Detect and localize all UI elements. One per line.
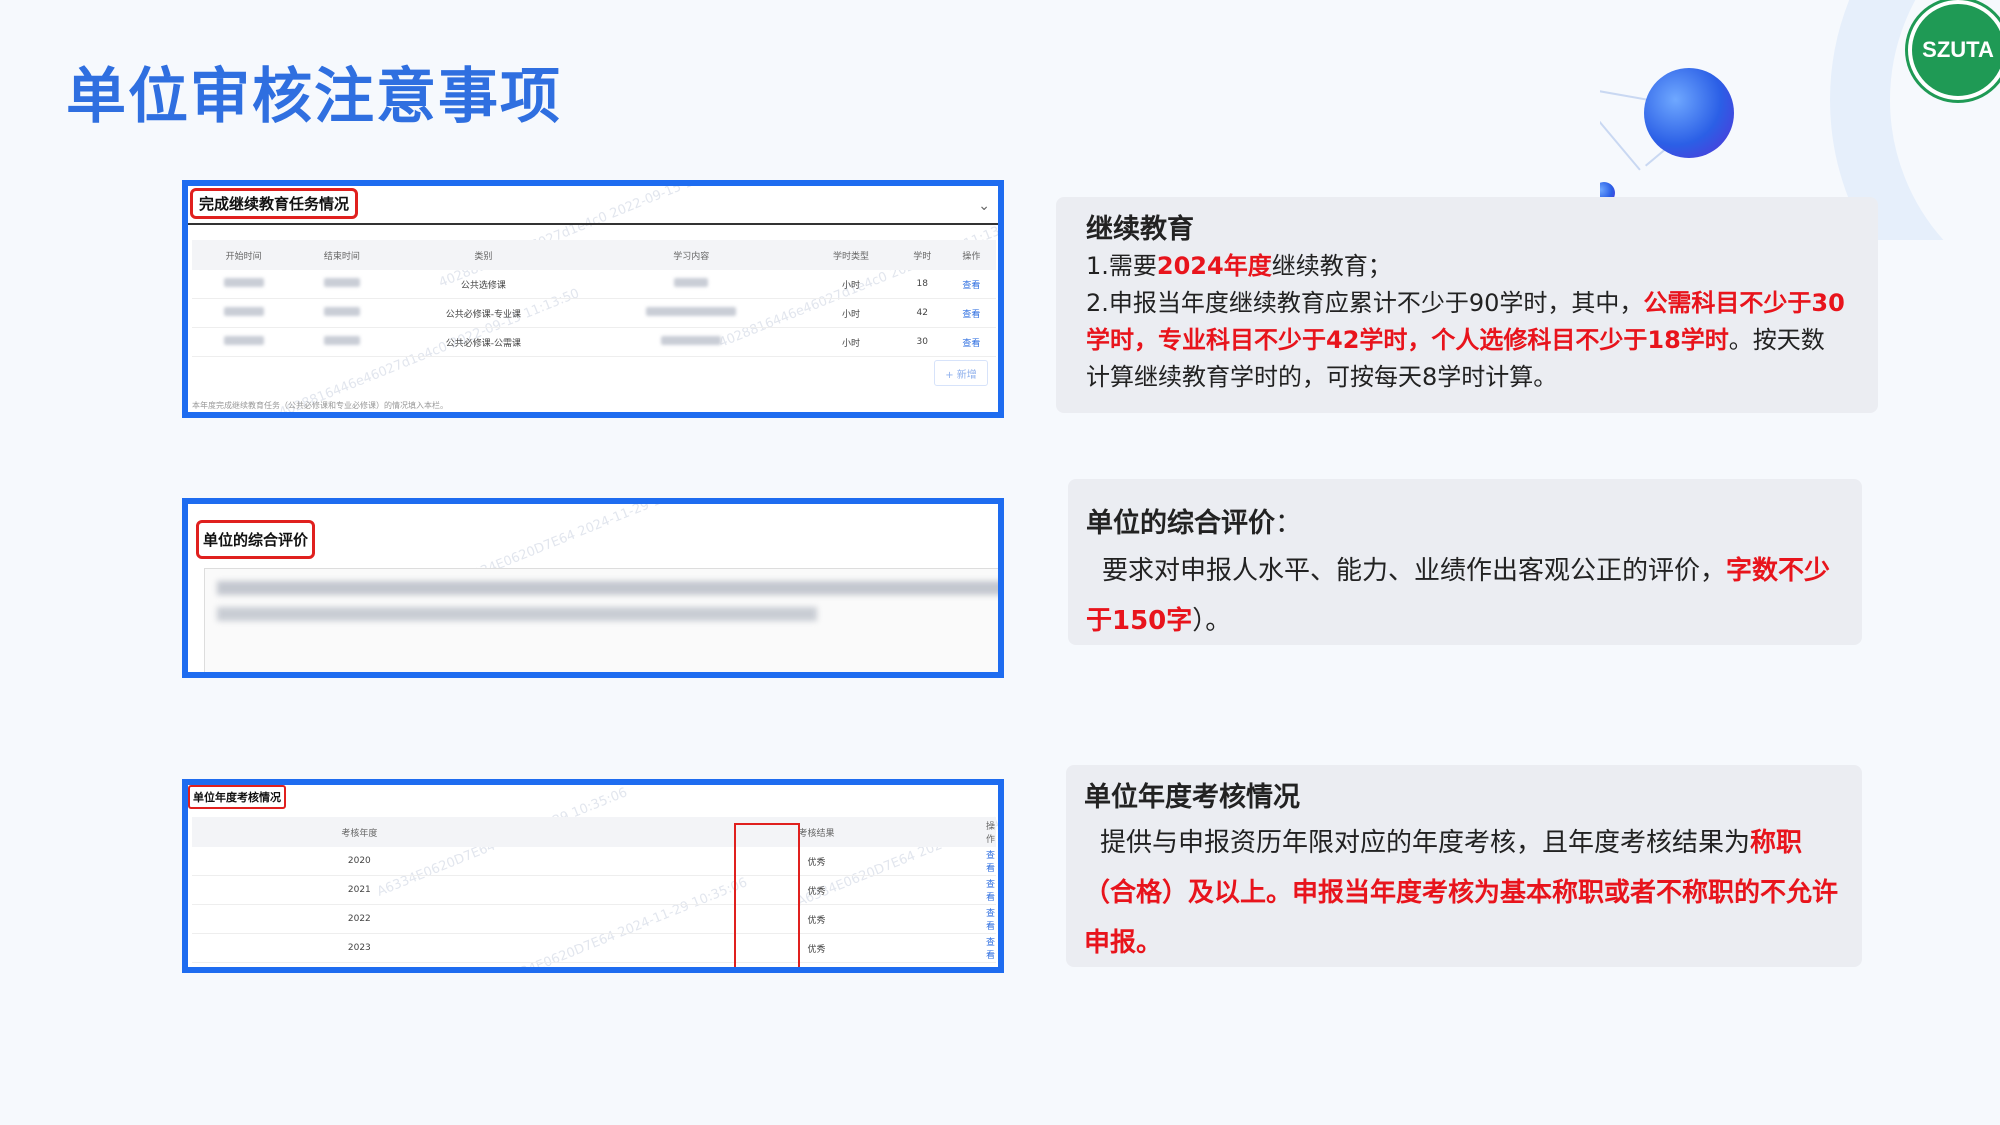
column-header: 操作	[984, 817, 996, 847]
page-title: 单位审核注意事项	[66, 62, 562, 132]
card-heading: 继续教育	[1086, 214, 1194, 245]
column-header: 学习内容	[578, 240, 805, 270]
section-label: 完成继续教育任务情况	[190, 188, 359, 219]
card-body: 提供与申报资历年限对应的年度考核，且年度考核结果为称职（合格）及以上。申报当年度…	[1084, 828, 1839, 958]
column-header: 操作	[946, 240, 996, 270]
continuing-education-screenshot: 4028816446e46027d1e4c0 2022-09-15 11:13:…	[182, 180, 1004, 418]
section-label: 单位年度考核情况	[188, 785, 286, 809]
view-link[interactable]: 查看	[946, 298, 996, 328]
annual-assessment-card: 单位年度考核情况 提供与申报资历年限对应的年度考核，且年度考核结果为称职（合格）…	[1066, 765, 1862, 967]
unit-evaluation-screenshot: A6334E0620D7E64 2024-11-29 10:35:06 A633…	[182, 498, 1004, 678]
column-header: 开始时间	[192, 240, 296, 270]
annual-assessment-screenshot: A6334E0620D7E64 2024-11-29 10:35:06 A633…	[182, 779, 1004, 973]
view-link[interactable]: 查看	[984, 847, 996, 876]
table-row: 公共必修课-公需课 小时 30 查看	[192, 327, 996, 357]
table-row: 公共选修课 小时 18 查看	[192, 270, 996, 299]
chevron-down-icon[interactable]: ⌄	[978, 198, 990, 214]
column-header: 类别	[388, 240, 579, 270]
unit-evaluation-card: 单位的综合评价： 要求对申报人水平、能力、业绩作出客观公正的评价，字数不少于15…	[1068, 479, 1862, 645]
table-row: 公共必修课-专业课 小时 42 查看	[192, 298, 996, 328]
view-link[interactable]: 查看	[984, 904, 996, 934]
table-row: 2023 优秀 查看	[192, 933, 996, 963]
education-table: 开始时间 结束时间 类别 学习内容 学时类型 学时 操作 公共选修课 小时 18…	[192, 240, 996, 357]
view-link[interactable]: 查看	[946, 270, 996, 299]
view-link[interactable]: 查看	[984, 933, 996, 963]
evaluation-textarea[interactable]	[204, 568, 998, 672]
card-line-2: 2.申报当年度继续教育应累计不少于90学时，其中，公需科目不少于30学时，专业科…	[1086, 289, 1845, 391]
view-link[interactable]: 查看	[984, 875, 996, 905]
section-label: 单位的综合评价	[196, 520, 316, 559]
assessment-table: 考核年度 考核结果 操作 2020 优秀 查看 2021 优秀 查看 2022 …	[192, 817, 996, 963]
result-column-highlight	[734, 823, 800, 967]
association-logo: SZUTA	[1908, 0, 2000, 100]
table-row: 2020 优秀 查看	[192, 847, 996, 876]
continuing-education-card: 继续教育 1.需要2024年度继续教育； 2.申报当年度继续教育应累计不少于90…	[1056, 197, 1878, 413]
card-body: 要求对申报人水平、能力、业绩作出客观公正的评价，字数不少于150字）。	[1086, 556, 1831, 636]
table-row: 2021 优秀 查看	[192, 875, 996, 905]
column-header: 结束时间	[295, 240, 389, 270]
column-header: 学时	[897, 240, 947, 270]
card-heading: 单位年度考核情况	[1084, 782, 1300, 813]
table-footnote: 本年度完成继续教育任务（公共必修课和专业必修课）的情况填入本栏。	[192, 401, 448, 410]
view-link[interactable]: 查看	[946, 327, 996, 357]
column-header: 考核年度	[192, 817, 527, 847]
card-line-1: 1.需要2024年度继续教育；	[1086, 252, 1392, 280]
card-heading: 单位的综合评价：	[1086, 508, 1302, 539]
column-header: 学时类型	[804, 240, 898, 270]
add-button[interactable]: + 新增	[934, 360, 988, 386]
table-row: 2022 优秀 查看	[192, 904, 996, 934]
